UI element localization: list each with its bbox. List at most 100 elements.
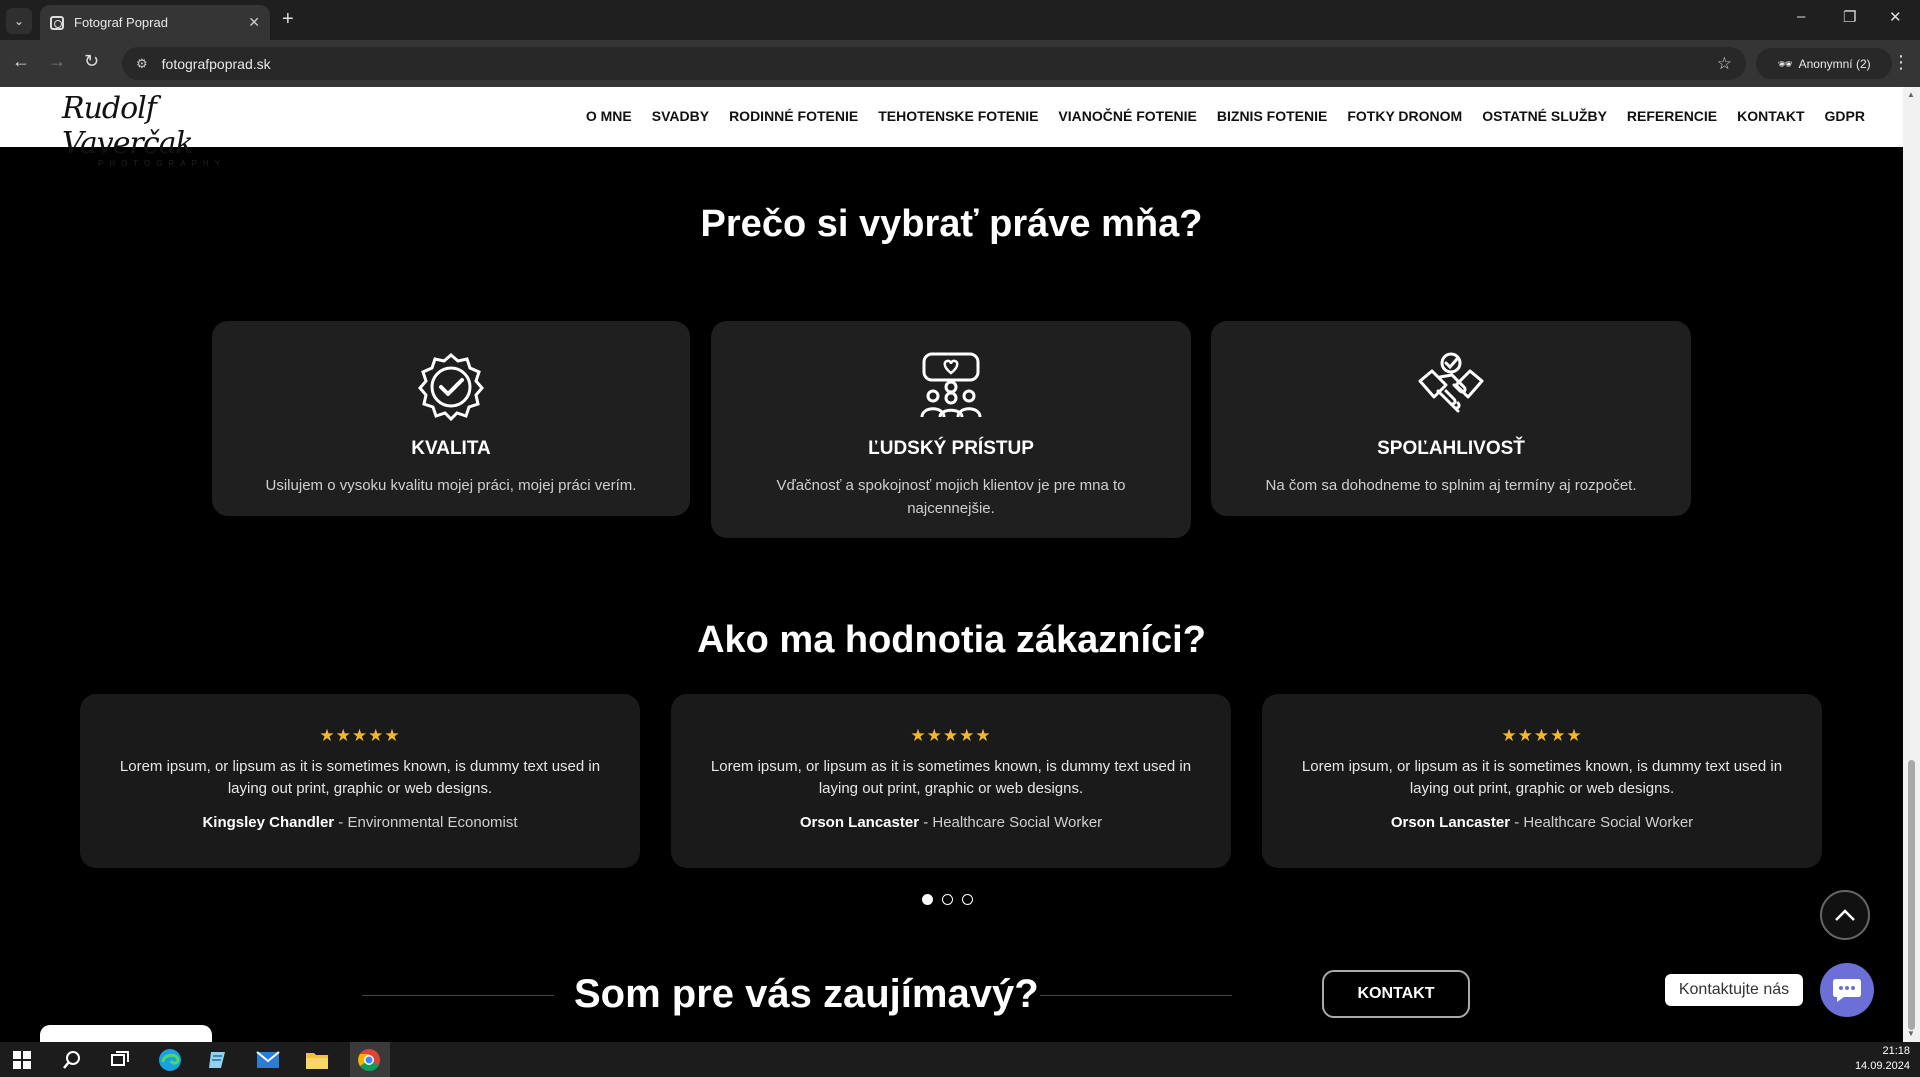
browser-tabstrip: ⌄ Fotograf Poprad ✕ + – ❐ ✕ <box>0 0 1920 40</box>
mail-icon[interactable] <box>256 1048 280 1072</box>
bookmark-star-icon[interactable]: ☆ <box>1717 54 1732 74</box>
search-icon[interactable] <box>60 1048 84 1072</box>
chevron-up-icon <box>1835 909 1855 921</box>
feature-title: ĽUDSKÝ PRÍSTUP <box>868 438 1034 459</box>
nav-referencie[interactable]: REFERENCIE <box>1617 108 1727 124</box>
notepad-app-icon[interactable] <box>206 1048 230 1072</box>
feature-card-human: ĽUDSKÝ PRÍSTUP Vďačnosť a spokojnosť moj… <box>711 321 1191 538</box>
minimize-button[interactable]: – <box>1797 8 1805 25</box>
back-icon[interactable]: ← <box>12 51 30 72</box>
incognito-profile-button[interactable]: 🕶 Anonymní (2) <box>1756 48 1892 79</box>
clock-date: 14.09.2024 <box>1854 1060 1910 1072</box>
reviewer-role: - Healthcare Social Worker <box>1510 814 1694 831</box>
feature-text: Usilujem o vysoku kvalitu mojej práci, m… <box>265 477 637 494</box>
review-card: ★★★★★ Lorem ipsum, or lipsum as it is so… <box>1262 694 1822 868</box>
carousel-dot-2[interactable] <box>942 894 953 905</box>
kontakt-button[interactable]: KONTAKT <box>1322 970 1470 1018</box>
review-text: Lorem ipsum, or lipsum as it is sometime… <box>710 758 1192 797</box>
divider <box>1040 995 1232 996</box>
nav-kontakt[interactable]: KONTAKT <box>1727 108 1814 124</box>
carousel-dot-3[interactable] <box>962 894 973 905</box>
rating-stars: ★★★★★ <box>319 726 401 745</box>
camera-favicon-icon <box>50 15 64 30</box>
carousel-dot-1[interactable] <box>922 894 933 905</box>
nav-vianocne-fotenie[interactable]: VIANOČNÉ FOTENIE <box>1048 108 1206 124</box>
edge-browser-icon[interactable] <box>158 1048 182 1072</box>
reviewer: Orson Lancaster - Healthcare Social Work… <box>1262 814 1822 831</box>
review-text: Lorem ipsum, or lipsum as it is sometime… <box>119 758 601 797</box>
reviewer-role: - Environmental Economist <box>334 814 518 831</box>
nav-fotky-dronom[interactable]: FOTKY DRONOM <box>1337 108 1472 124</box>
browser-menu-icon[interactable]: ⋮ <box>1892 52 1910 73</box>
page-viewport: Rudolf Vaverčak PHOTOGRAPHY O MNE SVADBY… <box>0 87 1903 1042</box>
nav-tehotenske-fotenie[interactable]: TEHOTENSKE FOTENIE <box>868 108 1048 124</box>
nav-ostatne-sluzby[interactable]: OSTATNÉ SLUŽBY <box>1472 108 1617 124</box>
main-nav: O MNE SVADBY RODINNÉ FOTENIE TEHOTENSKE … <box>576 108 1875 124</box>
review-text: Lorem ipsum, or lipsum as it is sometime… <box>1301 758 1783 797</box>
cta-title: Som pre vás zaujímavý? <box>574 972 1039 1016</box>
feature-text: Vďačnosť a spokojnosť mojich klientov je… <box>776 477 1126 517</box>
contact-label[interactable]: Kontaktujte nás <box>1665 974 1803 1006</box>
feature-card-quality: KVALITA Usilujem o vysoku kvalitu mojej … <box>212 321 690 516</box>
browser-tab[interactable]: Fotograf Poprad ✕ <box>40 5 270 40</box>
site-info-icon[interactable]: ⚙ <box>136 56 148 72</box>
browser-toolbar: ← → ↻ ⚙ fotografpoprad.sk ☆ 🕶 Anonymní (… <box>0 40 1920 87</box>
feature-title: KVALITA <box>411 438 491 459</box>
rating-stars: ★★★★★ <box>910 726 992 745</box>
tab-search-button[interactable]: ⌄ <box>6 8 32 34</box>
file-explorer-icon[interactable] <box>305 1048 329 1072</box>
tab-title: Fotograf Poprad <box>74 15 168 30</box>
system-clock[interactable]: 21:18 14.09.2024 <box>1855 1044 1910 1074</box>
scroll-down-arrow-icon[interactable]: ▼ <box>1907 1029 1915 1038</box>
address-bar[interactable]: ⚙ fotografpoprad.sk ☆ <box>122 47 1746 80</box>
windows-start-icon[interactable] <box>10 1048 34 1072</box>
reviewer-name: Kingsley Chandler <box>202 814 335 831</box>
chat-bubble-icon <box>1833 979 1861 1002</box>
feature-card-reliability: SPOĽAHLIVOSŤ Na čom sa dohodneme to spln… <box>1211 321 1691 516</box>
site-logo[interactable]: Rudolf Vaverčak PHOTOGRAPHY <box>62 91 262 168</box>
reviewer-role: - Healthcare Social Worker <box>919 814 1103 831</box>
scrollbar-thumb[interactable] <box>1908 760 1915 1030</box>
divider <box>362 995 554 996</box>
profile-label: Anonymní (2) <box>1798 56 1871 71</box>
scroll-up-arrow-icon[interactable]: ▲ <box>1907 90 1915 99</box>
nav-biznis-fotenie[interactable]: BIZNIS FOTENIE <box>1207 108 1337 124</box>
handshake-icon <box>1418 352 1484 413</box>
site-header: Rudolf Vaverčak PHOTOGRAPHY O MNE SVADBY… <box>0 87 1903 168</box>
nav-rodinne-fotenie[interactable]: RODINNÉ FOTENIE <box>719 108 868 124</box>
taskbar: 21:18 14.09.2024 <box>0 1042 1920 1077</box>
task-view-icon[interactable] <box>108 1048 132 1072</box>
review-card: ★★★★★ Lorem ipsum, or lipsum as it is so… <box>671 694 1231 868</box>
nav-gdpr[interactable]: GDPR <box>1815 108 1875 124</box>
chat-button[interactable] <box>1820 963 1874 1017</box>
review-card: ★★★★★ Lorem ipsum, or lipsum as it is so… <box>80 694 640 868</box>
carousel-dots <box>922 894 973 905</box>
logo-script: Rudolf Vaverčak <box>62 91 194 161</box>
reviewer: Kingsley Chandler - Environmental Econom… <box>80 814 640 831</box>
rating-stars: ★★★★★ <box>1501 726 1583 745</box>
reviews-title: Ako ma hodnotia zákazníci? <box>697 619 1206 661</box>
incognito-icon: 🕶 <box>1777 56 1793 71</box>
close-window-button[interactable]: ✕ <box>1889 8 1902 26</box>
reload-icon[interactable]: ↻ <box>84 51 99 72</box>
new-tab-button[interactable]: + <box>282 8 294 31</box>
reviewer-name: Orson Lancaster <box>799 814 920 831</box>
url-text[interactable]: fotografpoprad.sk <box>162 56 1717 72</box>
tab-close-icon[interactable]: ✕ <box>248 14 260 31</box>
cookie-tab[interactable] <box>40 1025 212 1042</box>
people-heart-icon <box>920 352 982 418</box>
page-scrollbar[interactable]: ▲ ▼ <box>1903 87 1920 1042</box>
quality-badge-icon <box>418 353 484 422</box>
chrome-browser-icon[interactable] <box>357 1048 381 1072</box>
forward-icon[interactable]: → <box>48 51 66 72</box>
restore-button[interactable]: ❐ <box>1843 8 1856 26</box>
feature-text: Na čom sa dohodneme to splnim aj termíny… <box>1265 477 1637 494</box>
reviewer-name: Orson Lancaster <box>1390 814 1511 831</box>
nav-svadby[interactable]: SVADBY <box>642 108 719 124</box>
scroll-to-top-button[interactable] <box>1820 890 1870 940</box>
clock-time: 21:18 <box>1882 1045 1910 1057</box>
feature-title: SPOĽAHLIVOSŤ <box>1377 438 1525 459</box>
reviewer: Orson Lancaster - Healthcare Social Work… <box>671 814 1231 831</box>
why-title: Prečo si vybrať práve mňa? <box>700 203 1203 245</box>
nav-o-mne[interactable]: O MNE <box>576 108 642 124</box>
